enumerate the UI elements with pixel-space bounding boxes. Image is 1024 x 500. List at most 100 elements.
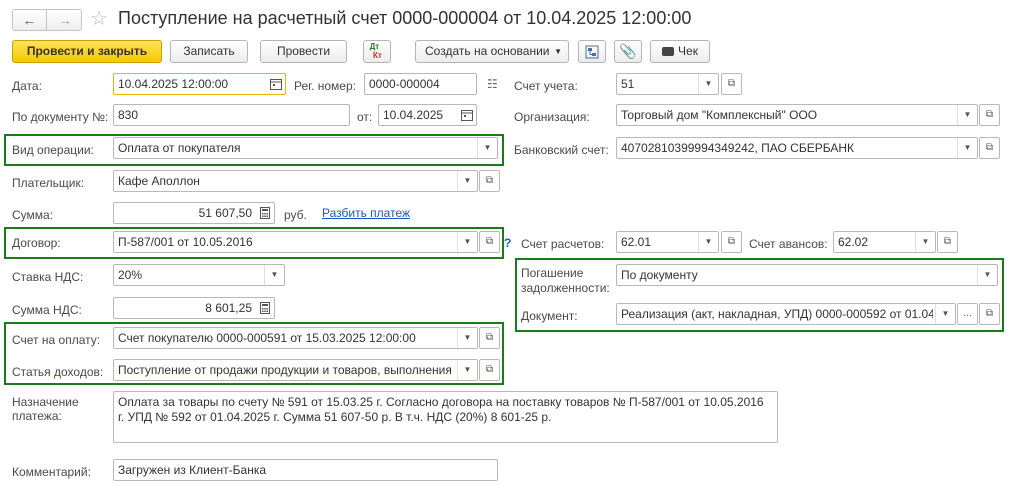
dropdown-arrow-icon[interactable]: ▼: [957, 105, 977, 125]
open-icon: ⧉: [485, 175, 494, 186]
dropdown-arrow-icon[interactable]: ▼: [915, 232, 935, 252]
create-based-on-button[interactable]: Создать на основании ▼: [415, 40, 569, 63]
dropdown-arrow-icon[interactable]: ▼: [457, 232, 477, 252]
open-contract-button[interactable]: ⧉: [479, 231, 500, 253]
open-bank-account-button[interactable]: ⧉: [979, 137, 1000, 159]
dropdown-arrow-icon[interactable]: ▼: [935, 304, 955, 324]
payer-label: Плательщик:: [12, 176, 85, 190]
operation-type-label: Вид операции:: [12, 143, 94, 157]
open-icon: ⧉: [985, 142, 994, 153]
bank-account-label: Банковский счет:: [514, 143, 609, 157]
dropdown-arrow-icon[interactable]: ▼: [957, 138, 977, 158]
dt-kt-button[interactable]: Дт Кт: [363, 40, 391, 63]
vat-sum-field[interactable]: 8 601,25: [113, 297, 275, 319]
split-payment-link[interactable]: Разбить платеж: [322, 206, 410, 220]
invoice-select[interactable]: Счет покупателю 0000-000591 от 15.03.202…: [113, 327, 478, 349]
dropdown-arrow-icon[interactable]: ▼: [977, 265, 997, 285]
help-question-icon[interactable]: ?: [504, 236, 511, 250]
currency-label: руб.: [284, 208, 307, 222]
sum-label: Сумма:: [12, 208, 54, 222]
dt-kt-icon: Дт Кт: [369, 42, 382, 60]
advance-account-select[interactable]: 62.02 ▼: [833, 231, 936, 253]
calculator-icon[interactable]: [258, 301, 272, 315]
open-document-button[interactable]: ⧉: [979, 303, 1000, 325]
open-invoice-button[interactable]: ⧉: [479, 327, 500, 349]
account-label: Счет учета:: [514, 79, 578, 93]
payment-purpose-label-2: платежа:: [12, 409, 62, 423]
post-and-close-button[interactable]: Провести и закрыть: [12, 40, 162, 63]
open-account-button[interactable]: ⧉: [721, 73, 742, 95]
post-button[interactable]: Провести: [260, 40, 347, 63]
debt-settlement-label-2: задолженности:: [521, 281, 610, 295]
open-icon: ⧉: [727, 236, 736, 247]
payment-purpose-textarea[interactable]: Оплата за товары по счету № 591 от 15.03…: [113, 391, 778, 443]
dropdown-arrow-icon[interactable]: ▼: [457, 171, 477, 191]
vat-rate-select[interactable]: 20% ▼: [113, 264, 285, 286]
reg-number-label: Рег. номер:: [294, 79, 356, 93]
attach-button[interactable]: 📎: [614, 40, 642, 63]
invoice-label: Счет на оплату:: [12, 333, 101, 347]
date-label: Дата:: [12, 79, 42, 93]
document-select[interactable]: Реализация (акт, накладная, УПД) 0000-00…: [616, 303, 956, 325]
open-icon: ⧉: [485, 236, 494, 247]
ellipsis-icon: ...: [963, 308, 972, 319]
vat-sum-label: Сумма НДС:: [12, 303, 82, 317]
forward-arrow-icon[interactable]: →: [48, 10, 82, 30]
dropdown-arrow-icon[interactable]: ▼: [477, 138, 497, 158]
operation-type-select[interactable]: Оплата от покупателя ▼: [113, 137, 498, 159]
payment-purpose-label-1: Назначение: [12, 395, 79, 409]
open-icon: ⧉: [485, 332, 494, 343]
vat-rate-label: Ставка НДС:: [12, 270, 84, 284]
calculator-icon[interactable]: [258, 206, 272, 220]
comment-label: Комментарий:: [12, 465, 91, 479]
contract-label: Договор:: [12, 236, 61, 250]
open-icon: ⧉: [985, 109, 994, 120]
nav-buttons: ← →: [12, 9, 82, 31]
dropdown-arrow-icon[interactable]: ▼: [457, 360, 477, 380]
debt-settlement-select[interactable]: По документу ▼: [616, 264, 998, 286]
open-icon: ⧉: [727, 78, 736, 89]
dropdown-arrow-icon[interactable]: ▼: [698, 74, 718, 94]
open-advance-account-button[interactable]: ⧉: [937, 231, 958, 253]
hierarchy-icon: [585, 45, 599, 59]
save-button[interactable]: Записать: [170, 40, 248, 63]
account-select[interactable]: 51 ▼: [616, 73, 719, 95]
document-label: Документ:: [521, 309, 578, 323]
doc-date-field[interactable]: 10.04.2025: [378, 104, 477, 126]
doc-date-label: от:: [357, 110, 373, 124]
dropdown-arrow-icon[interactable]: ▼: [698, 232, 718, 252]
open-icon: ⧉: [985, 308, 994, 319]
doc-number-field[interactable]: 830: [113, 104, 350, 126]
payer-select[interactable]: Кафе Аполлон ▼: [113, 170, 478, 192]
settlement-account-select[interactable]: 62.01 ▼: [616, 231, 719, 253]
document-choose-button[interactable]: ...: [957, 303, 978, 325]
calendar-icon[interactable]: [460, 108, 474, 122]
doc-number-label: По документу №:: [12, 110, 109, 124]
bank-account-select[interactable]: 40702810399994349242, ПАО СБЕРБАНК ▼: [616, 137, 978, 159]
open-organization-button[interactable]: ⧉: [979, 104, 1000, 126]
receipt-button[interactable]: Чек: [650, 40, 710, 63]
dropdown-arrow-icon[interactable]: ▼: [264, 265, 284, 285]
structure-button[interactable]: [578, 40, 606, 63]
dropdown-arrow-icon[interactable]: ▼: [457, 328, 477, 348]
chevron-down-icon: ▼: [554, 47, 562, 56]
date-field[interactable]: 10.04.2025 12:00:00: [113, 73, 286, 95]
open-income-item-button[interactable]: ⧉: [479, 359, 500, 381]
open-settlement-account-button[interactable]: ⧉: [721, 231, 742, 253]
back-arrow-icon[interactable]: ←: [13, 10, 47, 30]
favorite-star-icon[interactable]: ☆: [90, 6, 108, 31]
income-item-label: Статья доходов:: [12, 365, 104, 379]
contract-select[interactable]: П-587/001 от 10.05.2016 ▼: [113, 231, 478, 253]
settlement-account-label: Счет расчетов:: [521, 237, 605, 251]
open-payer-button[interactable]: ⧉: [479, 170, 500, 192]
paperclip-icon: 📎: [619, 43, 637, 59]
comment-field[interactable]: Загружен из Клиент-Банка: [113, 459, 498, 481]
reg-number-field[interactable]: 0000-000004: [364, 73, 477, 95]
print-list-icon[interactable]: ☷: [487, 77, 498, 91]
open-icon: ⧉: [485, 364, 494, 375]
organization-select[interactable]: Торговый дом "Комплексный" ООО ▼: [616, 104, 978, 126]
income-item-select[interactable]: Поступление от продажи продукции и товар…: [113, 359, 478, 381]
calendar-icon[interactable]: [269, 77, 283, 91]
advance-account-label: Счет авансов:: [749, 237, 828, 251]
sum-field[interactable]: 51 607,50: [113, 202, 275, 224]
